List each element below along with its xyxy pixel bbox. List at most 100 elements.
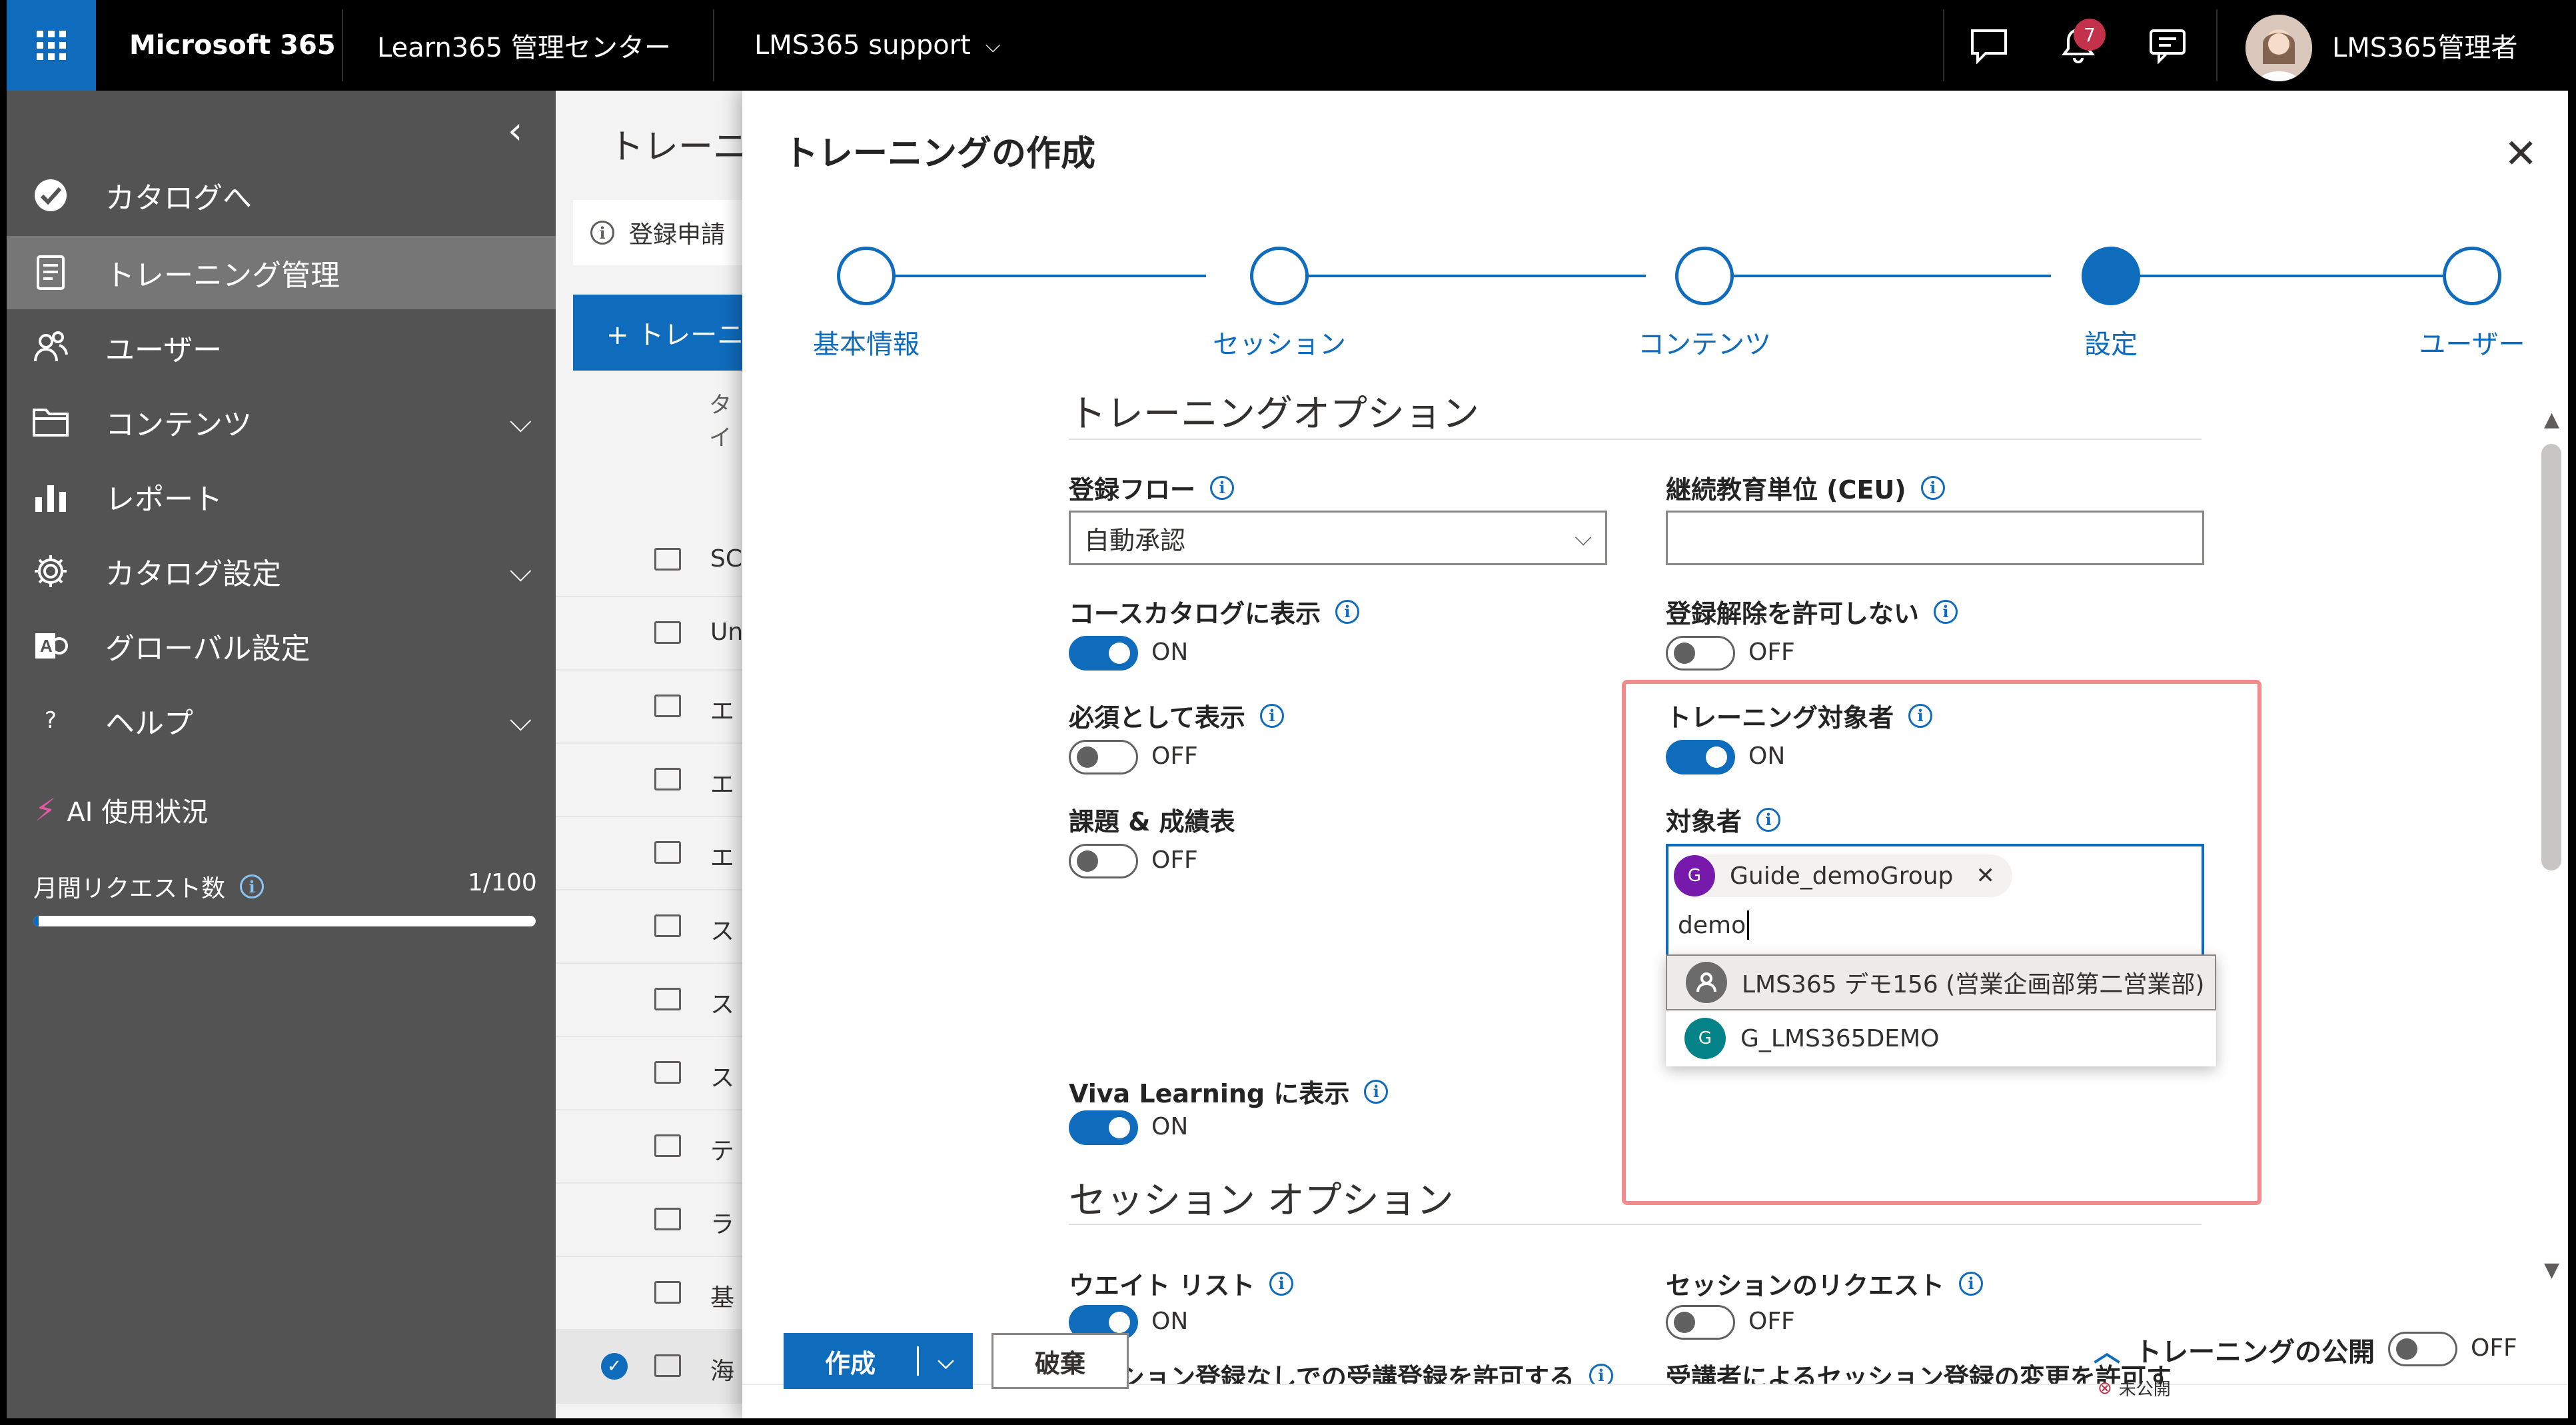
row-title: エ [710,771,735,798]
bar-chart-icon [31,477,71,517]
divider [1069,439,2202,440]
table-row[interactable]: ス [556,1037,742,1110]
discard-button[interactable]: 破棄 [991,1333,1129,1389]
info-icon[interactable]: i [1589,1363,1613,1384]
notice-text: 登録申請 [629,221,726,249]
label-text: トレーニング対象者 [1666,703,1894,732]
step-label[interactable]: セッション [1213,323,1346,361]
info-icon[interactable]: i [1934,599,1958,624]
table-row[interactable]: ス [556,964,742,1037]
table-row[interactable]: ス [556,890,742,964]
left-sidebar: ‹ カタログへ トレーニング管理 ユーザー コンテンツ ⌵ レポート カタログ設… [7,91,556,1418]
training-options-heading: トレーニングオプション [1069,393,1479,436]
table-row[interactable]: エ [556,817,742,890]
error-circle-icon: ⊗ [2098,1378,2112,1398]
chat-icon[interactable] [1946,16,2032,76]
step-settings[interactable] [2082,247,2140,305]
table-row[interactable]: エ [556,671,742,744]
sidebar-item-training-management[interactable]: トレーニング管理 [7,236,556,309]
audience-chip[interactable]: G Guide_demoGroup ✕ [1674,854,2012,897]
label-text: 対象者 [1666,807,1742,836]
step-label[interactable]: 基本情報 [813,323,920,361]
sidebar-item-catalog-settings[interactable]: カタログ設定 ⌵ [7,535,556,608]
row-title: エ [710,698,735,725]
step-label[interactable]: コンテンツ [1638,323,1771,361]
publish-toggle[interactable] [2388,1332,2457,1366]
step-label[interactable]: ユーザー [2419,323,2525,361]
table-row[interactable]: エ [556,744,742,817]
monitor-icon [654,768,681,790]
gear-icon [31,551,71,591]
info-icon[interactable]: i [1908,703,1933,728]
table-row[interactable]: ラ [556,1184,742,1257]
info-icon[interactable]: i [1259,703,1284,728]
table-row[interactable]: SC [556,524,742,597]
close-icon[interactable]: ✕ [2504,131,2537,177]
app-launcher-waffle-icon[interactable] [7,0,96,91]
table-row[interactable]: Un [556,597,742,671]
viva-label: Viva Learning に表示 i [1069,1073,1389,1110]
step-basic-info[interactable] [837,247,896,305]
step-label[interactable]: 設定 [2084,323,2138,361]
info-icon[interactable]: i [240,874,265,898]
info-icon[interactable]: i [1210,475,1235,500]
assignments-toggle[interactable] [1069,844,1138,878]
collapse-chevron-icon[interactable]: ‹ [508,109,522,153]
table-row[interactable]: 基 [556,1257,742,1330]
admin-center-title[interactable]: Learn365 管理センター [377,0,671,91]
dialog-title: トレーニングの作成 [784,134,1096,174]
sidebar-item-reports[interactable]: レポート [7,460,556,533]
create-button[interactable]: 作成 ⌵ [784,1333,973,1389]
sidebar-item-content[interactable]: コンテンツ ⌵ [7,385,556,459]
mandatory-toggle[interactable] [1069,740,1138,774]
audience-search-input[interactable]: demo [1678,910,1750,940]
session-request-toggle[interactable] [1666,1305,1735,1340]
sidebar-item-catalog[interactable]: カタログへ [7,159,556,232]
viva-toggle[interactable] [1069,1110,1138,1145]
folder-icon [654,914,681,937]
table-row[interactable]: テ [556,1110,742,1184]
scroll-down-icon[interactable]: ▼ [2544,1258,2559,1282]
chevron-down-icon[interactable]: ⌵ [919,1348,973,1374]
monthly-requests-label: 月間リクエスト数 i [33,869,265,904]
tenant-selector[interactable]: LMS365 support ⌵ [754,0,1001,91]
step-connector [1722,275,2051,277]
scroll-up-icon[interactable]: ▲ [2544,408,2559,431]
app-name[interactable]: Microsoft 365 [129,0,336,91]
step-users[interactable] [2443,247,2501,305]
info-icon[interactable]: i [1959,1271,1984,1296]
enroll-flow-dropdown[interactable]: 自動承認 ⌵ [1069,511,1607,565]
disallow-unenroll-toggle[interactable] [1666,636,1735,671]
feedback-icon[interactable] [2124,16,2211,76]
catalog-check-icon [31,175,71,215]
show-in-catalog-label: コースカタログに表示 i [1069,593,1360,630]
sidebar-item-users[interactable]: ユーザー [7,311,556,384]
notification-count-badge: 7 [2074,19,2106,51]
info-icon[interactable]: i [1364,1079,1389,1104]
target-audience-toggle[interactable] [1666,740,1735,774]
suggestion-item[interactable]: G G_LMS365DEMO [1666,1010,2216,1066]
top-bar: Microsoft 365 Learn365 管理センター LMS365 sup… [0,0,2576,91]
suggestion-item[interactable]: LMS365 デモ156 (営業企画部第二営業部) [1666,954,2216,1010]
avatar[interactable] [2246,15,2312,81]
add-training-button[interactable]: + トレーニ [573,295,742,371]
step-content[interactable] [1675,247,1734,305]
info-icon[interactable]: i [1756,807,1781,832]
publish-toggle-label[interactable]: ︿ トレーニングの公開 [2094,1330,2375,1369]
remove-chip-icon[interactable]: ✕ [1976,862,1995,889]
checked-circle-icon[interactable]: ✓ [601,1353,628,1380]
scrollbar-thumb[interactable] [2541,444,2561,870]
group-avatar-icon: G [1674,855,1715,896]
info-icon[interactable]: i [1335,599,1360,624]
table-row[interactable]: 言 [556,1404,742,1418]
info-icon[interactable]: i [1269,1271,1294,1296]
sidebar-item-global-settings[interactable]: A グローバル設定 [7,609,556,683]
user-name[interactable]: LMS365管理者 [2332,0,2518,91]
show-in-catalog-toggle[interactable] [1069,636,1138,671]
step-session[interactable] [1250,247,1309,305]
ceu-input[interactable] [1666,511,2204,565]
window-frame [0,1418,2576,1425]
table-row[interactable]: ✓ 海 [556,1330,742,1404]
sidebar-item-help[interactable]: ? ヘルプ ⌵ [7,684,556,757]
info-icon[interactable]: i [1920,475,1945,500]
